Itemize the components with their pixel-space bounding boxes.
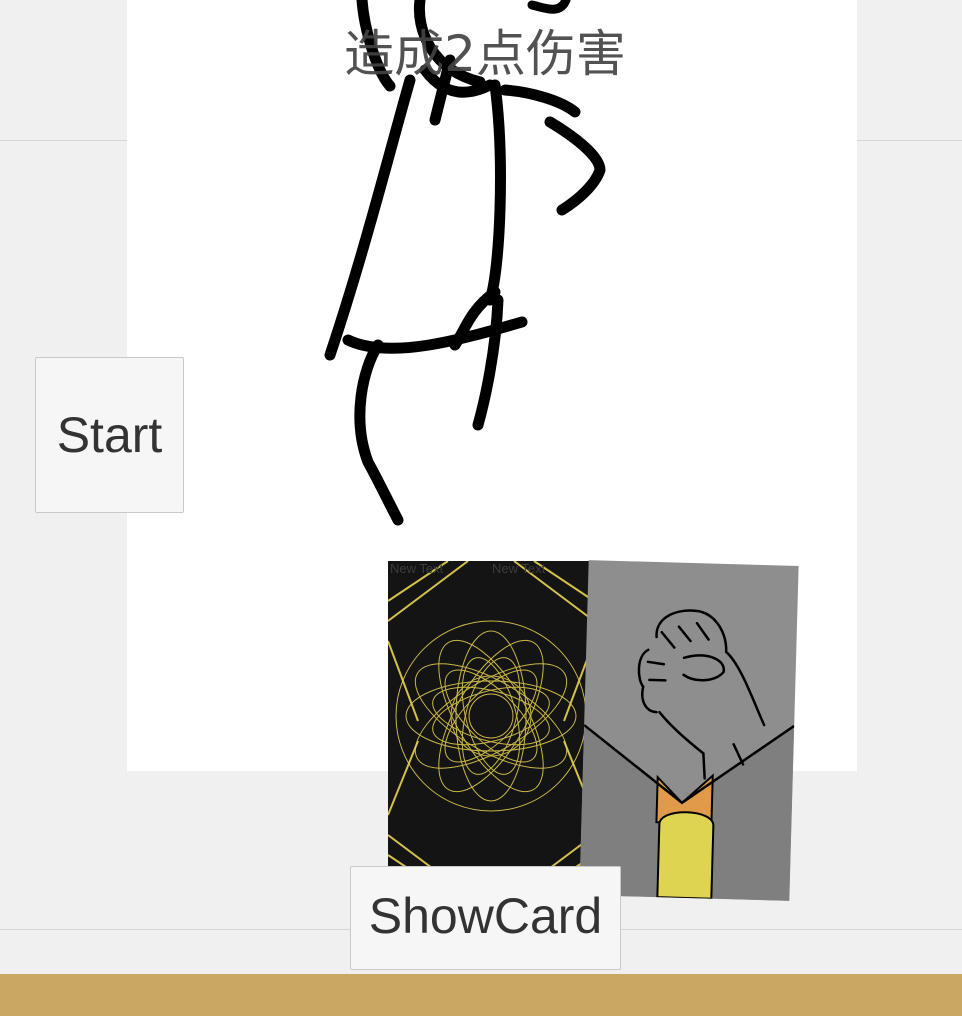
- card-back-pattern: [388, 561, 594, 895]
- damage-effect-text: 造成2点伤害: [344, 25, 626, 83]
- bottom-bar: [0, 974, 962, 1016]
- start-button[interactable]: Start: [35, 357, 184, 513]
- card-back[interactable]: New Text New Text: [388, 561, 594, 895]
- fist-card[interactable]: [579, 560, 799, 901]
- showcard-button[interactable]: ShowCard: [350, 866, 621, 970]
- card-label-left: New Text: [390, 561, 444, 576]
- card-label-right: New Text: [492, 561, 546, 576]
- fist-illustration: [579, 609, 795, 901]
